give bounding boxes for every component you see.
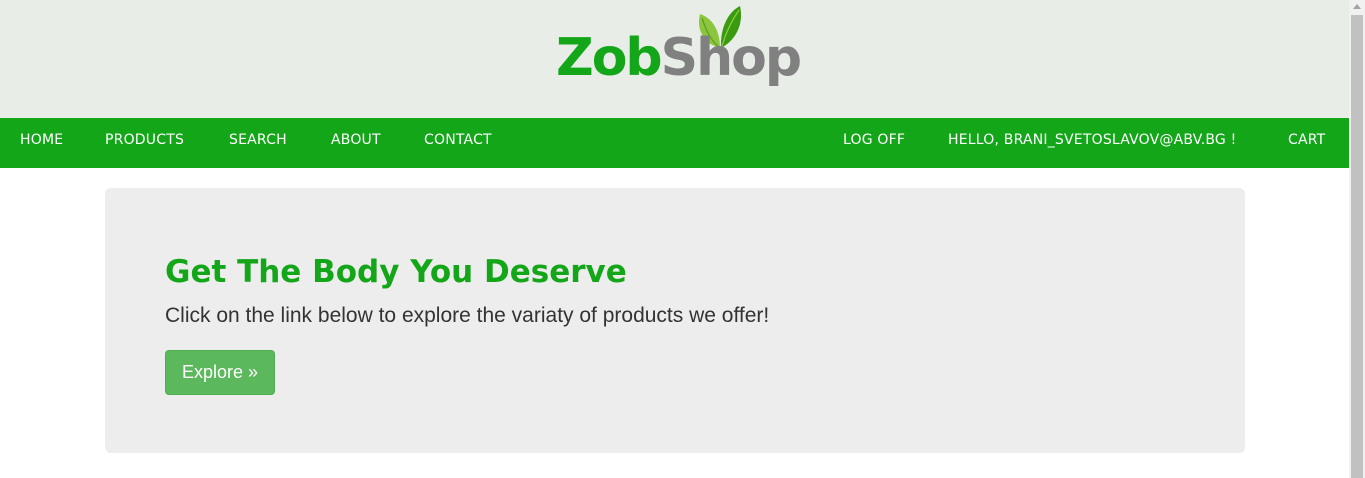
hero-jumbotron: Get The Body You Deserve Click on the li… [105, 188, 1245, 453]
scroll-up-arrow-icon[interactable] [1353, 4, 1361, 9]
logo-text-zob: Zob [556, 28, 663, 88]
page: ZobShop HOME PRODUCTS SEARCH ABOUT CONTA… [0, 0, 1349, 478]
nav-home-link[interactable]: HOME [20, 118, 63, 168]
nav-logoff-link[interactable]: LOG OFF [843, 118, 905, 168]
explore-button[interactable]: Explore » [165, 350, 275, 395]
logo-wordmark: ZobShop [556, 28, 802, 88]
site-logo[interactable]: ZobShop [552, 4, 802, 94]
nav-search-link[interactable]: SEARCH [229, 118, 287, 168]
vertical-scrollbar[interactable] [1349, 0, 1365, 478]
main-navbar: HOME PRODUCTS SEARCH ABOUT CONTACT LOG O… [0, 118, 1349, 168]
nav-about-link[interactable]: ABOUT [331, 118, 381, 168]
nav-cart-link[interactable]: CART [1288, 118, 1325, 168]
hero-title: Get The Body You Deserve [165, 254, 627, 290]
nav-products-link[interactable]: PRODUCTS [105, 118, 184, 168]
nav-user-greeting-link[interactable]: HELLO, BRANI_SVETOSLAVOV@ABV.BG ! [948, 118, 1236, 168]
browser-viewport: ZobShop HOME PRODUCTS SEARCH ABOUT CONTA… [0, 0, 1365, 478]
nav-contact-link[interactable]: CONTACT [424, 118, 492, 168]
site-header: ZobShop [0, 0, 1349, 118]
scrollbar-thumb[interactable] [1351, 15, 1363, 478]
hero-description: Click on the link below to explore the v… [165, 304, 770, 327]
logo-text-shop: Shop [660, 28, 802, 88]
